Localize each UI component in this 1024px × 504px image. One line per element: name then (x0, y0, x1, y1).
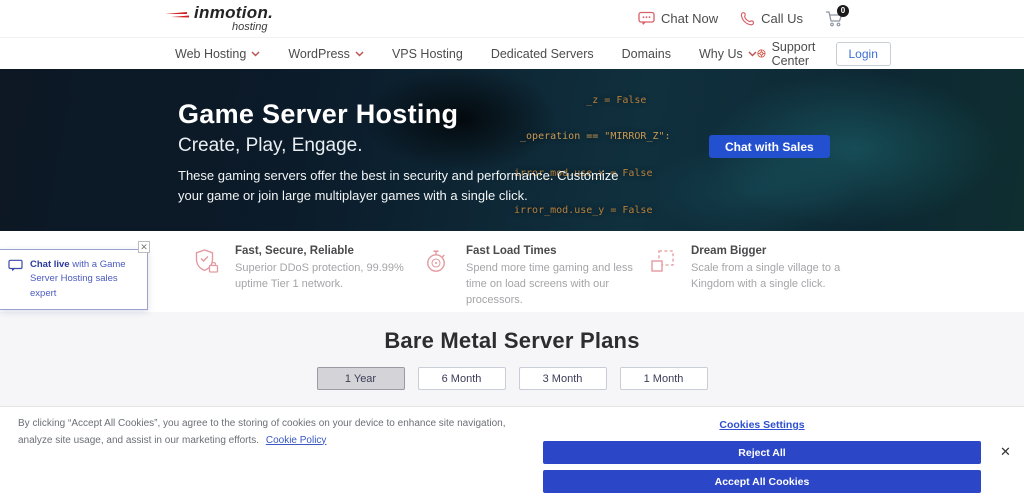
shield-lock-icon (193, 248, 220, 275)
feature-fast-secure-reliable: Fast, Secure, Reliable Superior DDoS pro… (193, 245, 415, 293)
accept-all-cookies-button[interactable]: Accept All Cookies (543, 470, 981, 493)
tab-3-month[interactable]: 3 Month (519, 367, 607, 390)
nav-label: Why Us (699, 47, 743, 61)
tab-6-month[interactable]: 6 Month (418, 367, 506, 390)
logo-brand-text: inmotion. (194, 4, 273, 21)
cookies-settings-link[interactable]: Cookies Settings (543, 419, 981, 431)
support-center-link[interactable]: Support Center (757, 40, 822, 68)
nav-item-wordpress[interactable]: WordPress (288, 47, 364, 61)
life-ring-icon (757, 46, 766, 61)
cookie-consent-banner: By clicking “Accept All Cookies”, you ag… (0, 406, 1024, 503)
hero-subtitle: Create, Play, Engage. (178, 135, 633, 157)
chevron-down-icon (748, 51, 757, 57)
nav-label: Web Hosting (175, 47, 246, 61)
chat-bubble-icon (638, 11, 655, 26)
scale-up-icon (649, 248, 676, 275)
header-top: inmotion. hosting Chat Now Call Us (0, 0, 1024, 38)
call-us-label: Call Us (761, 11, 803, 26)
support-center-label: Support Center (772, 40, 822, 68)
nav-item-web-hosting[interactable]: Web Hosting (175, 47, 260, 61)
chat-live-label: Chat live (30, 259, 70, 270)
nav-label: WordPress (288, 47, 350, 61)
cookie-message: By clicking “Accept All Cookies”, you ag… (18, 416, 523, 449)
nav-label: VPS Hosting (392, 47, 463, 61)
cookie-message-text: By clicking “Accept All Cookies”, you ag… (18, 418, 506, 446)
stopwatch-icon (424, 248, 451, 275)
cart-button[interactable]: 0 (825, 10, 844, 28)
tab-1-month[interactable]: 1 Month (620, 367, 708, 390)
reject-all-button[interactable]: Reject All (543, 441, 981, 464)
nav-label: Dedicated Servers (491, 47, 594, 61)
feature-dream-bigger: Dream Bigger Scale from a single village… (649, 245, 871, 293)
feature-title: Fast Load Times (466, 245, 646, 257)
nav-item-domains[interactable]: Domains (622, 47, 671, 61)
chat-bubble-icon (8, 259, 23, 272)
phone-icon (740, 11, 755, 26)
plans-heading: Bare Metal Server Plans (0, 312, 1024, 354)
nav-item-why-us[interactable]: Why Us (699, 47, 757, 61)
inmotion-logo[interactable]: inmotion. hosting (165, 4, 273, 33)
cookie-close-icon[interactable]: ✕ (1000, 445, 1011, 458)
logo-swoosh-icon (165, 11, 191, 23)
nav-item-vps-hosting[interactable]: VPS Hosting (392, 47, 463, 61)
main-nav: Web Hosting WordPress VPS Hosting Dedica… (0, 38, 1024, 69)
chat-live-popup[interactable]: Chat live with a Game Server Hosting sal… (0, 249, 148, 310)
login-button[interactable]: Login (836, 42, 891, 66)
chat-now-label: Chat Now (661, 11, 718, 26)
logo-sub-text: hosting (232, 22, 273, 33)
feature-text: Spend more time gaming and less time on … (466, 261, 646, 309)
feature-fast-load-times: Fast Load Times Spend more time gaming a… (424, 245, 646, 309)
feature-text: Superior DDoS protection, 99.99% uptime … (235, 261, 415, 293)
call-us-link[interactable]: Call Us (740, 11, 803, 26)
hero-description: These gaming servers offer the best in s… (178, 166, 633, 206)
feature-title: Fast, Secure, Reliable (235, 245, 415, 257)
chat-now-link[interactable]: Chat Now (638, 11, 718, 26)
nav-label: Domains (622, 47, 671, 61)
code-line: irror_mod.use_y = False (514, 205, 671, 217)
hero-title: Game Server Hosting (178, 99, 633, 130)
chat-with-sales-button[interactable]: Chat with Sales (709, 135, 830, 158)
features-section: Chat live with a Game Server Hosting sal… (0, 231, 1024, 312)
feature-title: Dream Bigger (691, 245, 871, 257)
cookie-policy-link[interactable]: Cookie Policy (266, 435, 327, 446)
popup-close-icon[interactable]: ✕ (138, 241, 150, 253)
feature-text: Scale from a single village to a Kingdom… (691, 261, 871, 293)
tab-1-year[interactable]: 1 Year (317, 367, 405, 390)
cart-count-badge: 0 (837, 5, 849, 17)
hero-banner: _z = False _operation == "MIRROR_Z": irr… (0, 69, 1024, 231)
plan-term-tabs: 1 Year 6 Month 3 Month 1 Month (0, 367, 1024, 390)
nav-item-dedicated-servers[interactable]: Dedicated Servers (491, 47, 594, 61)
chevron-down-icon (251, 51, 260, 57)
plans-section: Bare Metal Server Plans 1 Year 6 Month 3… (0, 312, 1024, 406)
chevron-down-icon (355, 51, 364, 57)
